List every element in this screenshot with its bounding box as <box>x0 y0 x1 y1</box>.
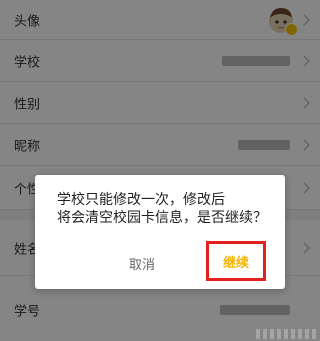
watermark <box>256 329 316 339</box>
modal-overlay[interactable] <box>0 0 320 341</box>
dialog-message-line1: 学校只能修改一次，修改后 <box>57 192 225 208</box>
confirm-dialog: 学校只能修改一次，修改后 将会清空校园卡信息，是否继续？ 取消 继续 <box>35 175 285 289</box>
continue-button[interactable]: 继续 <box>206 241 266 281</box>
continue-button-label: 继续 <box>222 255 249 271</box>
cancel-button[interactable]: 取消 <box>129 254 155 273</box>
dialog-message: 学校只能修改一次，修改后 将会清空校园卡信息，是否继续？ <box>57 191 272 227</box>
dialog-message-line2: 将会清空校园卡信息，是否继续？ <box>57 210 267 226</box>
